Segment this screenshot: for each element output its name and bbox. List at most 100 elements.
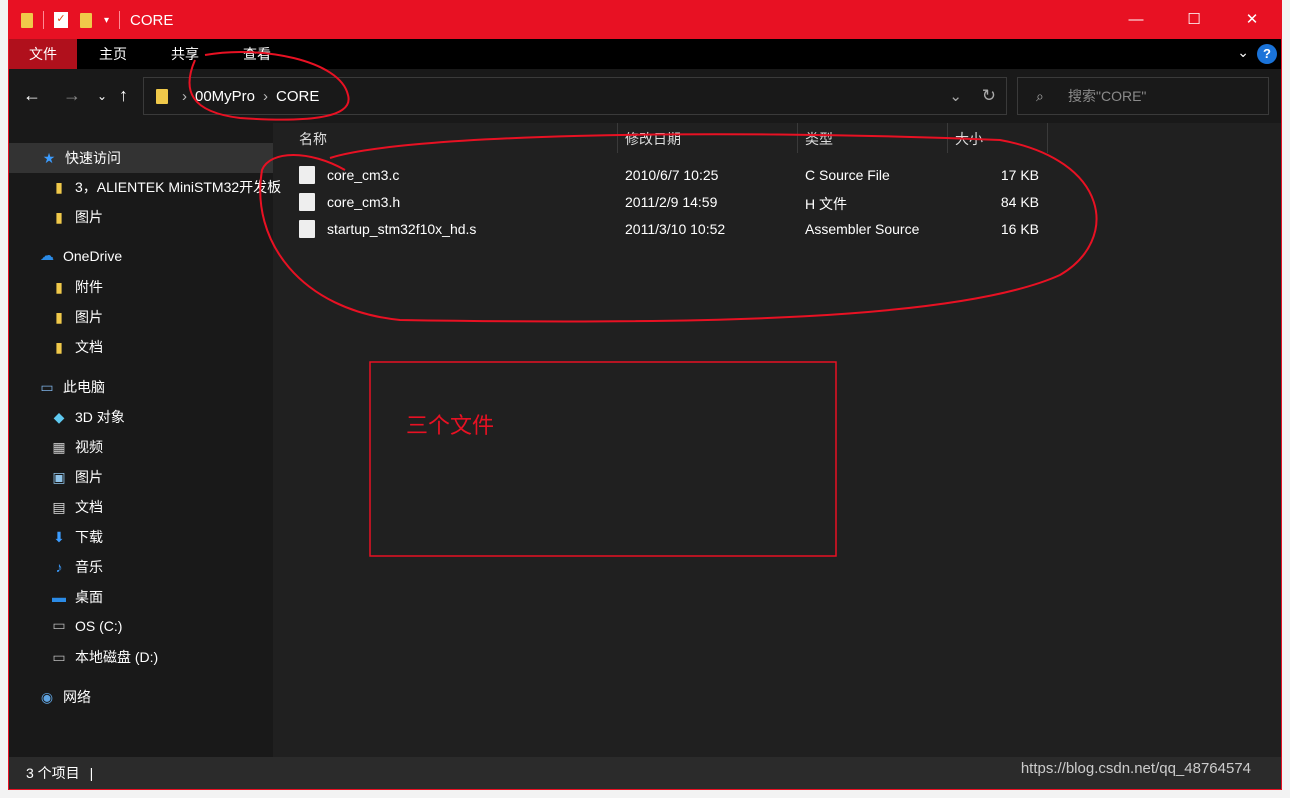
sidebar-item-label: 3D 对象 — [75, 409, 125, 425]
column-date[interactable]: 修改日期 — [625, 129, 681, 149]
file-list: 名称 修改日期 类型 大小 core_cm3.c 2010/6/7 10:25 … — [273, 123, 1281, 759]
file-size: 16 KB — [1000, 221, 1039, 237]
file-name: core_cm3.h — [327, 194, 401, 210]
file-size: 17 KB — [1000, 167, 1039, 183]
tab-file[interactable]: 文件 — [9, 39, 77, 69]
forward-button[interactable]: → — [63, 85, 81, 106]
drive-icon: ▭ — [52, 617, 66, 633]
breadcrumb-core[interactable]: CORE — [276, 88, 319, 105]
sidebar-item-label: 图片 — [75, 469, 103, 485]
file-row[interactable]: core_cm3.c 2010/6/7 10:25 C Source File … — [299, 163, 1059, 189]
help-button[interactable]: ? — [1257, 44, 1277, 64]
watermark: https://blog.csdn.net/qq_48764574 — [1020, 760, 1251, 777]
folder-icon — [156, 88, 168, 104]
download-icon: ⬇ — [53, 528, 65, 545]
sidebar-item[interactable]: ▭ 本地磁盘 (D:) — [51, 647, 301, 667]
minimize-button[interactable]: — — [1107, 1, 1165, 39]
sidebar-item[interactable]: ☁ OneDrive — [39, 247, 289, 264]
address-bar[interactable]: › 00MyPro › CORE ⌄ ↻ — [143, 77, 1007, 115]
tab-share[interactable]: 共享 — [149, 39, 221, 69]
computer-icon: ▭ — [40, 378, 54, 395]
file-date: 2010/6/7 10:25 — [625, 167, 719, 183]
expand-ribbon-icon[interactable]: ⌄ — [1237, 44, 1249, 61]
folder-icon — [21, 12, 33, 28]
sidebar-item-label: OS (C:) — [75, 617, 123, 634]
file-row[interactable]: core_cm3.h 2011/2/9 14:59 H 文件 84 KB — [299, 190, 1059, 216]
sidebar-item[interactable]: ▦ 视频 — [51, 437, 301, 457]
status-bar: 3 个项目 | https://blog.csdn.net/qq_4876457… — [9, 757, 1281, 789]
sidebar-item[interactable]: ▮ 图片 — [51, 207, 301, 227]
folder-icon: ▮ — [55, 338, 63, 355]
address-dropdown-icon[interactable]: ⌄ — [949, 87, 962, 105]
sidebar-item-label: 文档 — [75, 499, 103, 515]
file-type: Assembler Source — [805, 221, 920, 237]
tab-view[interactable]: 查看 — [221, 39, 293, 69]
sidebar-item-label: 本地磁盘 (D:) — [75, 649, 159, 665]
ribbon: 文件 主页 共享 查看 ⌄ ? — [9, 39, 1281, 69]
search-input[interactable]: ⌕ 搜索"CORE" — [1017, 77, 1269, 115]
up-button[interactable]: ↑ — [119, 85, 128, 106]
window-title: CORE — [130, 11, 174, 29]
column-type[interactable]: 类型 — [805, 129, 833, 149]
search-placeholder: 搜索"CORE" — [1068, 88, 1147, 104]
close-button[interactable]: ✕ — [1223, 1, 1281, 39]
sidebar-item[interactable]: ▮ 图片 — [51, 307, 301, 327]
file-row[interactable]: startup_stm32f10x_hd.s 2011/3/10 10:52 A… — [299, 217, 1059, 243]
sidebar-item[interactable]: ◉ 网络 — [39, 687, 289, 707]
sidebar-item[interactable]: ♪ 音乐 — [51, 557, 301, 577]
file-size: 84 KB — [1000, 194, 1039, 210]
sidebar-item-label: 附件 — [75, 279, 103, 295]
sidebar-item-label: 视频 — [75, 439, 103, 455]
column-name[interactable]: 名称 — [299, 129, 327, 149]
back-button[interactable]: ← — [23, 85, 41, 106]
sidebar-item[interactable]: ▮ 3，ALIENTEK MiniSTM32开发板 — [51, 177, 301, 197]
file-name: core_cm3.c — [327, 167, 400, 183]
file-type: H 文件 — [805, 196, 847, 212]
video-icon: ▦ — [52, 438, 66, 455]
sidebar-item[interactable]: ▣ 图片 — [51, 467, 301, 487]
sidebar-item[interactable]: ▭ OS (C:) — [51, 617, 301, 634]
folder-icon: ▮ — [55, 208, 63, 225]
sidebar-item[interactable]: ◆ 3D 对象 — [51, 407, 301, 427]
folder-icon: ▮ — [55, 308, 63, 325]
sidebar-item[interactable]: ★ 快速访问 — [9, 143, 273, 173]
sidebar-item-label: 此电脑 — [63, 379, 105, 395]
divider — [43, 11, 44, 29]
sidebar-item[interactable]: ⬇ 下载 — [51, 527, 301, 547]
file-type: C Source File — [805, 167, 890, 183]
properties-icon[interactable]: ✓ — [54, 12, 68, 28]
document-icon: ▤ — [52, 498, 66, 515]
sidebar-item-label: 图片 — [75, 209, 103, 225]
sidebar-item-label: 图片 — [75, 309, 103, 325]
sidebar-item[interactable]: ▬ 桌面 — [51, 587, 301, 607]
file-date: 2011/2/9 14:59 — [625, 194, 718, 210]
picture-icon: ▣ — [52, 468, 66, 485]
star-icon: ★ — [42, 149, 56, 166]
sidebar-item[interactable]: ▮ 文档 — [51, 337, 301, 357]
address-row: ← → ⌄ ↑ › 00MyPro › CORE ⌄ ↻ ⌕ 搜索"CORE" — [9, 69, 1281, 123]
cube-icon: ◆ — [53, 408, 65, 425]
sidebar-item[interactable]: ▭ 此电脑 — [39, 377, 289, 397]
sidebar-item-label: 快速访问 — [65, 150, 121, 166]
network-icon: ◉ — [40, 688, 54, 705]
sidebar-item-label: 音乐 — [75, 559, 103, 575]
desktop-icon: ▬ — [52, 589, 66, 605]
search-icon: ⌕ — [1036, 88, 1044, 104]
maximize-button[interactable]: ☐ — [1165, 1, 1223, 39]
sidebar-item[interactable]: ▮ 附件 — [51, 277, 301, 297]
navigation-pane: ★ 快速访问 ▮ 3，ALIENTEK MiniSTM32开发板 ▮ 图片 ☁ OneDriv… — [9, 123, 281, 759]
new-folder-icon[interactable] — [80, 12, 92, 28]
file-icon — [299, 166, 315, 184]
tab-home[interactable]: 主页 — [77, 39, 149, 69]
customize-quick-access-icon[interactable]: ▾ — [104, 15, 109, 26]
sidebar-item-label: OneDrive — [63, 247, 123, 264]
sidebar-item-label: 桌面 — [75, 589, 103, 605]
item-count: 3 个项目 — [26, 765, 80, 781]
folder-icon: ▮ — [55, 178, 63, 195]
recent-locations-icon[interactable]: ⌄ — [97, 89, 107, 103]
explorer-window: ✓ ▾ CORE — ☐ ✕ 文件 主页 共享 查看 ⌄ ? ← → ⌄ ↑ ›… — [8, 0, 1282, 790]
column-size[interactable]: 大小 — [955, 129, 983, 149]
sidebar-item[interactable]: ▤ 文档 — [51, 497, 301, 517]
refresh-icon[interactable]: ↻ — [982, 86, 996, 106]
breadcrumb-00mypro[interactable]: 00MyPro — [195, 88, 255, 105]
